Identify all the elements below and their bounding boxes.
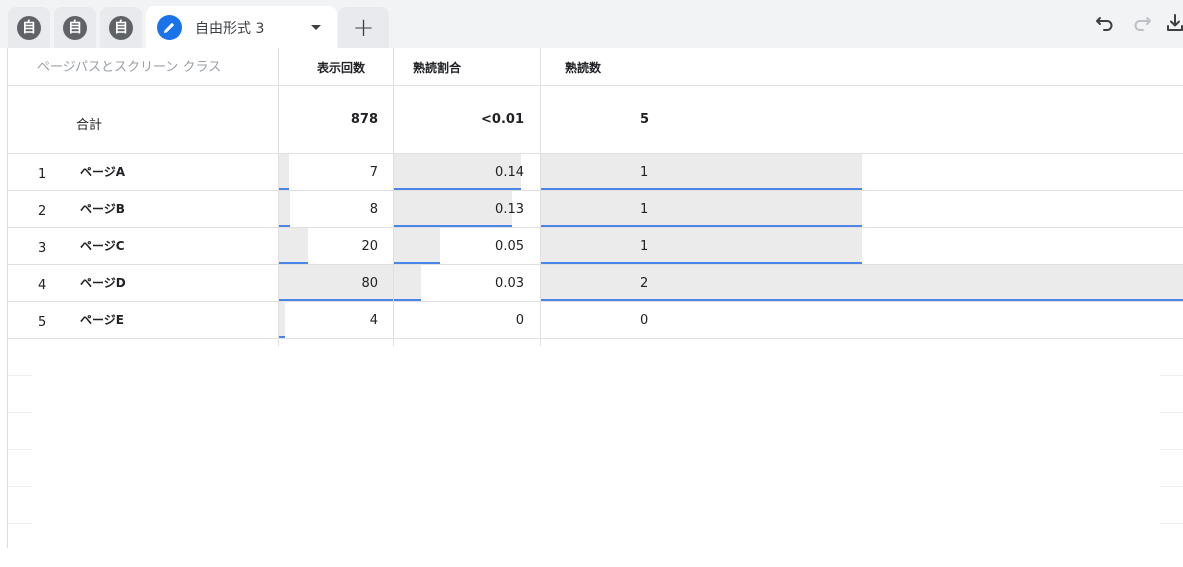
table-header: ページパスとスクリーン クラス 表示回数 熟読割合 熟読数: [8, 48, 1183, 86]
column-divider: [278, 48, 279, 346]
row-rate: 0.14: [495, 165, 524, 180]
row-index: 2: [38, 204, 47, 219]
views-bar: [279, 154, 289, 188]
row-engaged: 1: [640, 239, 649, 254]
undo-icon[interactable]: [1094, 12, 1116, 34]
total-views: 878: [350, 112, 378, 127]
grid-line: [8, 449, 32, 450]
row-divider: [8, 153, 1183, 154]
row-divider: [8, 301, 1183, 302]
row-rate: 0.03: [495, 276, 524, 291]
row-rate: 0: [515, 313, 524, 328]
row-page-label[interactable]: ページA: [80, 163, 125, 180]
row-index: 5: [38, 315, 47, 330]
row-rate: 0.05: [495, 239, 524, 254]
row-views: 20: [361, 239, 378, 254]
pencil-icon: [157, 15, 182, 40]
column-divider: [540, 48, 541, 346]
row-views: 80: [361, 276, 378, 291]
grid-line: [8, 412, 32, 413]
redo-icon[interactable]: [1131, 12, 1153, 34]
row-engaged: 1: [640, 202, 649, 217]
grid-line: [1160, 486, 1183, 487]
tab-avatar-icon: 自: [63, 15, 87, 40]
row-views: 4: [369, 313, 378, 328]
row-index: 3: [38, 241, 47, 256]
total-label: 合計: [76, 118, 103, 133]
download-icon[interactable]: [1164, 12, 1183, 34]
add-tab-button[interactable]: +: [338, 7, 389, 48]
grid-line: [8, 523, 32, 524]
tab-collapsed-2[interactable]: 自: [54, 7, 96, 48]
total-engaged: 5: [640, 112, 650, 127]
row-engaged: 1: [640, 165, 649, 180]
grid-line: [1160, 412, 1183, 413]
engaged-bar: [541, 191, 862, 225]
grid-left-border: [7, 48, 8, 548]
row-index: 4: [38, 278, 47, 293]
row-engaged: 2: [640, 276, 649, 291]
tab-collapsed-1[interactable]: 自: [8, 7, 50, 48]
grid-line: [8, 486, 32, 487]
row-divider: [8, 338, 1183, 339]
grid-line: [1160, 523, 1183, 524]
grid-line: [1160, 449, 1183, 450]
column-divider: [393, 48, 394, 346]
column-header-engagement-rate[interactable]: 熟読割合: [413, 48, 461, 86]
row-index: 1: [38, 167, 47, 182]
tab-avatar-icon: 自: [17, 15, 41, 40]
tab-title: 自由形式 3: [195, 21, 265, 37]
views-bar: [279, 302, 285, 336]
row-page-label[interactable]: ページB: [80, 200, 125, 217]
grid-line: [8, 375, 32, 376]
column-header-views[interactable]: 表示回数: [317, 48, 365, 86]
engaged-bar: [541, 265, 1183, 299]
engaged-bar: [541, 154, 862, 188]
row-views: 8: [369, 202, 378, 217]
engaged-bar: [541, 228, 862, 262]
row-views: 7: [369, 165, 378, 180]
column-header-engaged[interactable]: 熟読数: [565, 48, 601, 86]
row-page-label[interactable]: ページC: [80, 237, 125, 254]
tab-collapsed-3[interactable]: 自: [100, 7, 142, 48]
row-engaged: 0: [640, 313, 649, 328]
grid-line: [1160, 375, 1183, 376]
tab-active[interactable]: 自由形式 3: [146, 6, 337, 48]
views-bar: [279, 191, 290, 225]
total-rate: <0.01: [481, 112, 524, 127]
row-page-label[interactable]: ページE: [80, 311, 124, 328]
row-rate: 0.13: [495, 202, 524, 217]
dropdown-caret-icon[interactable]: [311, 25, 321, 30]
row-page-label[interactable]: ページD: [80, 274, 126, 291]
column-header-dimension[interactable]: ページパスとスクリーン クラス: [37, 48, 221, 86]
tab-bar: 自 自 自 自由形式 3 +: [0, 0, 1183, 48]
tab-avatar-icon: 自: [109, 15, 133, 40]
